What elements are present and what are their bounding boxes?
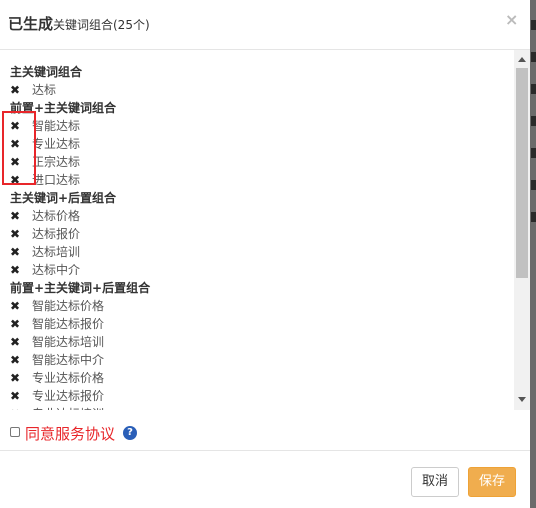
keyword-item: ✖ 专业达标报价 bbox=[10, 387, 104, 405]
keyword-item: ✖ 达标中介 bbox=[10, 261, 80, 279]
remove-icon[interactable]: ✖ bbox=[10, 225, 22, 243]
keyword-item: ✖ 智能达标培训 bbox=[10, 333, 104, 351]
remove-icon[interactable]: ✖ bbox=[10, 261, 22, 279]
agree-checkbox[interactable] bbox=[10, 427, 20, 437]
keyword-text: 智能达标报价 bbox=[32, 317, 105, 331]
scrollbar-thumb[interactable] bbox=[516, 68, 528, 278]
remove-icon[interactable]: ✖ bbox=[10, 387, 22, 405]
keyword-text: 智能达标 bbox=[32, 119, 81, 133]
list-scrollbar[interactable] bbox=[514, 50, 530, 410]
group-heading: 主关键词组合 bbox=[10, 65, 83, 79]
highlight-annotation bbox=[2, 111, 36, 185]
keyword-text: 专业达标价格 bbox=[32, 371, 105, 385]
keyword-text: 智能达标中介 bbox=[32, 353, 105, 367]
keyword-text: 智能达标价格 bbox=[32, 299, 105, 313]
dialog-footer: 取消 保存 bbox=[0, 450, 530, 508]
keyword-text: 进口达标 bbox=[32, 173, 81, 187]
keyword-text: 专业达标 bbox=[32, 137, 81, 151]
keyword-text: 达标报价 bbox=[32, 227, 81, 241]
remove-icon[interactable]: ✖ bbox=[10, 297, 22, 315]
keyword-item: ✖ 达标报价 bbox=[10, 225, 80, 243]
keyword-text: 智能达标培训 bbox=[32, 335, 105, 349]
group-heading: 前置+主关键词+后置组合 bbox=[10, 281, 151, 295]
keyword-text: 正宗达标 bbox=[32, 155, 81, 169]
dialog-subtitle: 关键词组合(25个) bbox=[53, 18, 150, 32]
dialog-title: 已生成 bbox=[8, 15, 54, 33]
background-page bbox=[530, 0, 536, 508]
keyword-text: 达标培训 bbox=[32, 245, 81, 259]
keyword-item: ✖ 智能达标报价 bbox=[10, 315, 104, 333]
keyword-text: 达标 bbox=[32, 83, 57, 97]
keyword-item: ✖ 专业达标培训 bbox=[10, 405, 104, 410]
remove-icon[interactable]: ✖ bbox=[10, 369, 22, 387]
keyword-text: 达标价格 bbox=[32, 209, 81, 223]
remove-icon[interactable]: ✖ bbox=[10, 333, 22, 351]
remove-icon[interactable]: ✖ bbox=[10, 243, 22, 261]
remove-icon[interactable]: ✖ bbox=[10, 405, 22, 410]
scroll-up-arrow-icon[interactable] bbox=[518, 57, 526, 62]
keyword-text: 专业达标培训 bbox=[32, 407, 104, 410]
keyword-item: ✖ 智能达标价格 bbox=[10, 297, 104, 315]
cancel-button[interactable]: 取消 bbox=[411, 467, 459, 497]
keyword-item: ✖ 达标培训 bbox=[10, 243, 80, 261]
keyword-item: ✖ 达标价格 bbox=[10, 207, 80, 225]
keyword-list: 主关键词组合 ✖ 达标 前置+主关键词组合 ✖ 智能达标 ✖ 专业达标 ✖ 正宗达标 ✖ 进口达标 主关… bbox=[0, 54, 514, 410]
group-heading: 主关键词+后置组合 bbox=[10, 191, 117, 205]
keyword-item: ✖ 智能达标中介 bbox=[10, 351, 104, 369]
keyword-text: 达标中介 bbox=[32, 263, 81, 277]
remove-icon[interactable]: ✖ bbox=[10, 81, 22, 99]
keyword-combination-dialog: 已生成 关键词组合(25个) × 主关键词组合 ✖ 达标 前置+主关键词组合 ✖ 智能达标… bbox=[0, 0, 530, 508]
keyword-item: ✖ 专业达标价格 bbox=[10, 369, 104, 387]
save-button[interactable]: 保存 bbox=[468, 467, 516, 497]
remove-icon[interactable]: ✖ bbox=[10, 315, 22, 333]
remove-icon[interactable]: ✖ bbox=[10, 351, 22, 369]
question-circle-icon[interactable]: ? bbox=[123, 426, 137, 440]
scroll-down-arrow-icon[interactable] bbox=[518, 397, 526, 402]
dialog-header: 已生成 关键词组合(25个) × bbox=[0, 0, 530, 50]
agreement-link[interactable]: 同意服务协议 bbox=[25, 423, 115, 444]
keyword-item: ✖ 达标 bbox=[10, 81, 56, 99]
keyword-text: 专业达标报价 bbox=[32, 389, 105, 403]
close-icon[interactable]: × bbox=[505, 10, 518, 29]
remove-icon[interactable]: ✖ bbox=[10, 207, 22, 225]
